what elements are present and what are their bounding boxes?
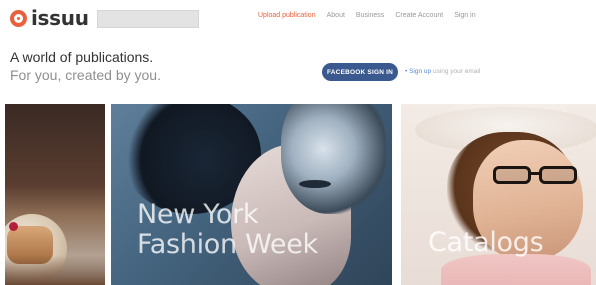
nav-about[interactable]: About [327,12,345,19]
publication-card-catalogs[interactable]: Catalogs [401,104,596,285]
facebook-sign-in-button[interactable]: FACEBOOK SIGN IN [322,63,398,81]
issuu-logo[interactable]: issuu [10,6,89,30]
tagline-line-2: For you, created by you. [10,67,161,83]
nav-business[interactable]: Business [356,12,384,19]
logo-text: issuu [31,6,89,30]
signup-suffix: using your email [432,68,481,75]
signup-email: • Sign up using your email [405,68,480,75]
card-label-line-1: New York [137,199,259,230]
tagline-line-1: A world of publications. [10,49,154,65]
berry-image [9,222,18,231]
hero-tagline: A world of publications. For you, create… [10,48,161,84]
glasses-image [493,166,583,186]
top-nav: Upload publication About Business Create… [258,12,476,19]
publication-card-fashion-week[interactable]: New York Fashion Week [111,104,392,285]
signup-bullet: • [405,68,408,75]
publication-card-food[interactable] [5,104,105,285]
card-label-fashion-week: New York Fashion Week [137,200,318,260]
issuu-logo-icon [10,9,27,27]
nav-create-account[interactable]: Create Account [395,12,443,19]
sequin-headpiece-image [281,104,386,214]
card-label-catalogs: Catalogs [428,227,544,258]
shirt-image [441,254,591,285]
header: issuu Upload publication About Business … [0,0,596,38]
card-label-line-2: Fashion Week [137,229,318,260]
glasses-lens-left [493,166,531,184]
model-eye-image [299,180,331,188]
nav-sign-in[interactable]: Sign in [454,12,475,19]
search-input[interactable] [97,10,199,28]
card-shade [5,255,105,285]
nav-upload-publication[interactable]: Upload publication [258,12,316,19]
glasses-lens-right [539,166,577,184]
sign-up-link[interactable]: Sign up [409,68,431,75]
